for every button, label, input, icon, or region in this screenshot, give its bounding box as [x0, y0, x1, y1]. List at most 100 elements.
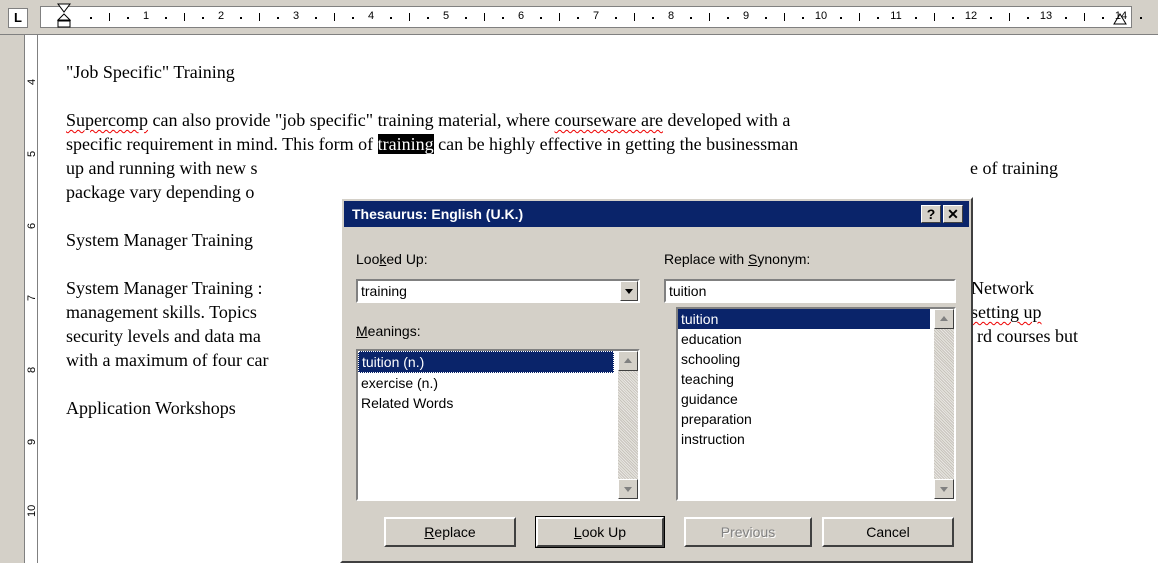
meanings-listbox[interactable]: tuition (n.) exercise (n.) Related Words [356, 349, 640, 501]
synonym-item[interactable]: instruction [678, 429, 954, 449]
spelling-error[interactable]: Supercomp [66, 110, 148, 130]
ruler-tick [633, 13, 635, 21]
ruler-tick [708, 13, 710, 21]
horizontal-ruler-track[interactable]: 1 2 3 4 5 6 7 8 9 10 11 12 13 14 [40, 3, 1142, 29]
ruler-number: 8 [667, 10, 675, 22]
ruler-dot [539, 17, 542, 19]
meaning-item[interactable]: Related Words [358, 393, 638, 413]
ruler-tick [258, 13, 260, 21]
ruler-tick [1083, 13, 1085, 21]
ruler-tick [108, 13, 110, 21]
ruler-number: 9 [26, 438, 38, 445]
replace-button[interactable]: Replace [384, 517, 516, 547]
left-indent-marker[interactable] [57, 3, 71, 29]
ruler-dot [652, 17, 655, 19]
scroll-down-icon[interactable] [618, 479, 638, 499]
ruler-tick [483, 13, 485, 21]
ruler-dot [914, 17, 917, 19]
looked-up-label: Looked Up: [356, 251, 428, 267]
paragraph-line: Supercomp can also provide "job specific… [66, 110, 791, 130]
spelling-error[interactable]: setting up [971, 300, 1042, 324]
synonyms-scrollbar[interactable] [934, 309, 954, 499]
synonym-item[interactable]: preparation [678, 409, 954, 429]
dialog-titlebar[interactable]: Thesaurus: English (U.K.) ? ✕ [344, 201, 969, 227]
chevron-down-icon[interactable] [620, 281, 638, 301]
meanings-label: Meanings: [356, 323, 421, 339]
ruler-number: 5 [26, 150, 38, 157]
ruler-number: 14 [1114, 10, 1128, 22]
ruler-number: 8 [26, 366, 38, 373]
ruler-dot [727, 17, 730, 19]
ruler-number: 7 [592, 10, 600, 22]
synonym-item[interactable]: guidance [678, 389, 954, 409]
previous-button: Previous [684, 517, 812, 547]
ruler-number: 9 [742, 10, 750, 22]
vertical-ruler[interactable]: 4 5 6 7 8 9 10 [0, 35, 38, 563]
ruler-number: 11 [890, 10, 902, 22]
ruler-dot [952, 17, 955, 19]
ruler-number: 4 [367, 10, 375, 22]
ruler-dot [802, 17, 805, 19]
ruler-dot [839, 17, 842, 19]
scroll-down-icon[interactable] [934, 479, 954, 499]
selected-word[interactable]: training [377, 134, 434, 154]
tab-selector-button[interactable]: L [8, 8, 28, 28]
ruler-dot [239, 17, 242, 19]
replace-with-input[interactable]: tuition [664, 279, 956, 303]
ruler-dot [1064, 17, 1067, 19]
synonym-item[interactable]: schooling [678, 349, 954, 369]
ruler-dot [427, 17, 430, 19]
ruler-number: 5 [442, 10, 450, 22]
ruler-dot [314, 17, 317, 19]
paragraph-line: specific requirement in mind. This form … [66, 134, 799, 154]
ruler-dot [89, 17, 92, 19]
replace-with-synonym-label: Replace with Synonym: [664, 251, 811, 267]
ruler-tick [933, 13, 935, 21]
close-button[interactable]: ✕ [943, 205, 963, 223]
ruler-dot [464, 17, 467, 19]
help-button[interactable]: ? [921, 205, 941, 223]
synonym-item[interactable]: teaching [678, 369, 954, 389]
ruler-number: 1 [142, 10, 150, 22]
horizontal-ruler[interactable]: L 1 2 3 4 5 6 7 8 9 10 11 12 13 14 [0, 0, 1158, 35]
looked-up-value: training [361, 283, 407, 299]
ruler-dot [614, 17, 617, 19]
ruler-dot [764, 17, 767, 19]
synonym-item[interactable]: tuition [678, 309, 930, 329]
scroll-up-icon[interactable] [934, 309, 954, 329]
ruler-number: 12 [964, 10, 978, 22]
ruler-number: 13 [1039, 10, 1053, 22]
ruler-number: 7 [26, 294, 38, 301]
ruler-number: 10 [814, 10, 828, 22]
ruler-tick [183, 13, 185, 21]
scroll-up-icon[interactable] [618, 351, 638, 371]
ruler-dot [1027, 17, 1030, 19]
ruler-tick [858, 13, 860, 21]
synonym-item[interactable]: education [678, 329, 954, 349]
ruler-dot [689, 17, 692, 19]
ruler-dot [1102, 17, 1105, 19]
ruler-dot [202, 17, 205, 19]
ruler-number: 4 [26, 78, 38, 85]
looked-up-combobox[interactable]: training [356, 279, 640, 303]
ruler-tick [558, 13, 560, 21]
dialog-title: Thesaurus: English (U.K.) [352, 206, 524, 222]
ruler-dot [989, 17, 992, 19]
ruler-dot [577, 17, 580, 19]
grammar-error[interactable]: courseware are [555, 110, 663, 130]
ruler-dot [1139, 17, 1142, 19]
ruler-dot [164, 17, 167, 19]
synonyms-listbox[interactable]: tuition education schooling teaching gui… [676, 307, 956, 501]
meaning-item[interactable]: exercise (n.) [358, 373, 638, 393]
ruler-number: 2 [217, 10, 225, 22]
thesaurus-dialog[interactable]: Thesaurus: English (U.K.) ? ✕ Looked Up:… [340, 197, 973, 563]
ruler-dot [502, 17, 505, 19]
cancel-button[interactable]: Cancel [822, 517, 954, 547]
look-up-button[interactable]: Look Up [535, 516, 665, 548]
ruler-dot [277, 17, 280, 19]
ruler-tick [1008, 13, 1010, 21]
meaning-item[interactable]: tuition (n.) [358, 351, 614, 373]
ruler-dot [389, 17, 392, 19]
ruler-tick [333, 13, 335, 21]
meanings-scrollbar[interactable] [618, 351, 638, 499]
